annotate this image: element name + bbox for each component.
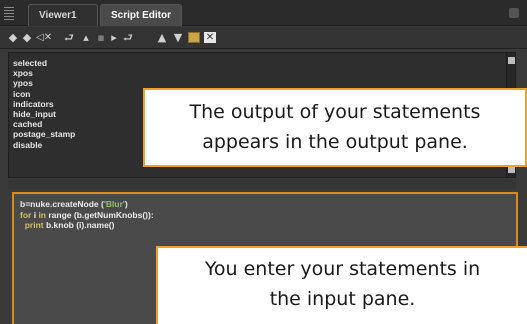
clear-output-icon[interactable]: ✕	[204, 32, 216, 43]
code-keyword: for	[20, 209, 32, 220]
code-text: b.knob (i).name()	[43, 220, 115, 230]
code-line-1: b=nuke.createNode ('Blur')	[20, 199, 154, 210]
code-text: )	[124, 199, 128, 209]
code-string: 'Blur'	[103, 199, 125, 209]
show-both-icon[interactable]	[188, 32, 200, 43]
input-code: b=nuke.createNode ('Blur') for i in range…	[20, 199, 154, 231]
load-script-icon[interactable]: ▴	[80, 31, 92, 45]
run-return-icon[interactable]: ⮐	[122, 31, 134, 45]
script-toolbar: ◆ ◆ ◁✕ ⮐ ▴ ▪ ▸ ⮐ ▲ ▼ ✕	[0, 27, 527, 49]
code-line-2: for i in range (b.getNumKnobs()):	[20, 210, 154, 221]
pane-splitter[interactable]	[8, 179, 516, 189]
panel-grip-icon[interactable]	[4, 6, 14, 20]
run-script-icon[interactable]: ▸	[108, 31, 120, 45]
tab-script-editor[interactable]: Script Editor	[100, 4, 182, 26]
code-keyword: in	[38, 209, 46, 220]
script-editor-panel: Viewer1 Script Editor ◆ ◆ ◁✕ ⮐ ▴ ▪ ▸ ⮐ ▲…	[0, 0, 527, 324]
callout-text: the input pane.	[269, 288, 416, 310]
next-script-icon[interactable]: ◆	[22, 31, 32, 45]
output-line: xpos	[13, 68, 33, 79]
output-line: cached	[13, 119, 43, 130]
input-pane-callout: You enter your statements in the input p…	[156, 246, 527, 324]
output-line: disable	[13, 139, 43, 150]
scroll-down-icon[interactable]	[508, 166, 515, 173]
callout-text: appears in the output pane.	[202, 131, 468, 153]
code-line-3: print b.knob (i).name()	[20, 220, 154, 231]
output-line: hide_input	[13, 109, 56, 120]
output-text: selected xpos ypos icon indicators hide_…	[13, 58, 75, 150]
output-line: indicators	[13, 98, 54, 109]
output-line: ypos	[13, 78, 33, 89]
output-pane-callout: The output of your statements appears in…	[143, 88, 527, 167]
tab-bar: Viewer1 Script Editor	[0, 0, 527, 26]
output-line: icon	[13, 88, 31, 99]
code-keyword: print	[24, 220, 44, 230]
clear-history-icon[interactable]: ◁✕	[36, 31, 52, 45]
scroll-up-icon[interactable]	[508, 57, 515, 64]
callout-text: The output of your statements	[189, 101, 481, 123]
show-input-only-icon[interactable]: ▲	[156, 31, 168, 45]
code-text: range (b.getNumKnobs()):	[46, 209, 154, 220]
save-script-icon[interactable]: ▪	[95, 31, 107, 45]
show-output-only-icon[interactable]: ▼	[172, 31, 184, 45]
tab-viewer1[interactable]: Viewer1	[28, 4, 98, 26]
output-line: postage_stamp	[13, 129, 76, 140]
panel-menu-icon[interactable]	[509, 8, 519, 18]
previous-script-icon[interactable]: ◆	[8, 31, 18, 45]
output-line: selected	[13, 58, 48, 68]
source-script-icon[interactable]: ⮐	[62, 31, 76, 45]
code-text: b=nuke.createNode (	[20, 199, 104, 209]
callout-text: You enter your statements in	[204, 258, 481, 280]
